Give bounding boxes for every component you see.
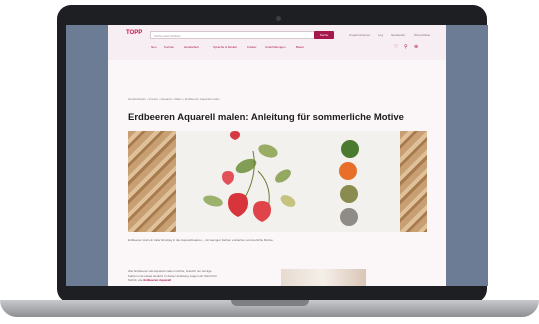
image-caption: Erdbeeren sind ein toller Einstieg in di…: [128, 238, 274, 242]
search-button[interactable]: Suche: [314, 31, 334, 39]
breadcrumb[interactable]: Handarbeiten › Kreativ › Aquarell › Male…: [128, 97, 278, 101]
meta-link-2[interactable]: Log: [378, 33, 383, 37]
site-logo[interactable]: TOPP: [126, 30, 142, 37]
article-thumbnail[interactable]: [281, 269, 366, 286]
nav-item-neu[interactable]: Neu: [151, 45, 157, 49]
laptop-notch: [231, 300, 309, 306]
user-icon[interactable]: ⚲: [404, 44, 408, 50]
nav-item-basar[interactable]: Basar: [296, 45, 304, 49]
nav-item-kochen[interactable]: Kochen: [164, 45, 174, 49]
laptop-screen: TOPP Suche nach Artikeln Suche Ungebroch…: [66, 25, 488, 286]
search-input[interactable]: Suche nach Artikeln: [150, 31, 315, 39]
nav-item-sprache[interactable]: Sprache & Modell: [213, 45, 237, 49]
paragraph-text: Wer Erdbeeren als Aquarell malen möchte,…: [128, 269, 217, 282]
cart-icon[interactable]: ⊕: [414, 44, 418, 50]
nav-item-unterhaltungen[interactable]: Unterhaltungen: [265, 45, 286, 49]
nav-item-handarbeit[interactable]: Handarbeit: [184, 45, 199, 49]
strawberry-illustration: [203, 131, 359, 226]
heart-icon[interactable]: ♡: [394, 44, 398, 50]
hero-image: [128, 131, 427, 232]
web-page: TOPP Suche nach Artikeln Suche Ungebroch…: [108, 25, 446, 286]
paragraph-link[interactable]: Erdbeeren Aquarell: [144, 278, 172, 282]
meta-link-3[interactable]: Newsletter: [391, 33, 405, 37]
nav-item-kreativ[interactable]: Kreativ: [247, 45, 256, 49]
meta-link-1[interactable]: Ungebrochenes: [349, 33, 370, 37]
site-header: TOPP Suche nach Artikeln Suche Ungebroch…: [108, 25, 446, 60]
article-paragraph: Wer Erdbeeren als Aquarell malen möchte,…: [128, 269, 218, 283]
article-title: Erdbeeren Aquarell malen: Anleitung für …: [128, 112, 404, 123]
meta-link-4[interactable]: Wunschliste: [414, 33, 430, 37]
camera-icon: [276, 16, 281, 21]
